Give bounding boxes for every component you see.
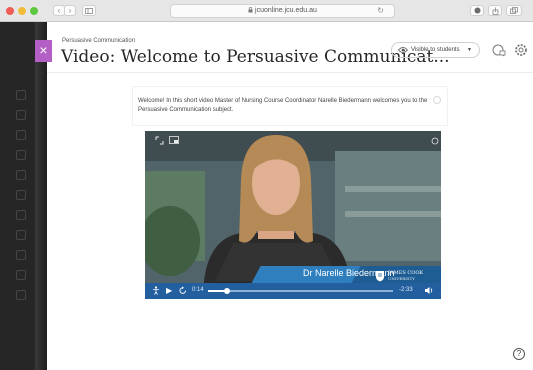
fullscreen-icon[interactable] (155, 136, 164, 145)
lock-icon (248, 7, 253, 13)
nav-item-icon[interactable] (16, 230, 26, 240)
visibility-dropdown[interactable]: Visible to students ▼ (391, 42, 480, 58)
info-icon[interactable] (433, 96, 441, 104)
share-icon (492, 7, 498, 15)
chevron-down-icon: ▼ (467, 47, 472, 53)
extension-button[interactable] (470, 5, 484, 16)
nav-item-icon[interactable] (16, 290, 26, 300)
tabs-icon (510, 7, 518, 14)
header-divider (47, 72, 533, 73)
video-player[interactable]: Dr Narelle Biedermann JAMES COOK UNIVERS… (145, 131, 441, 299)
share-button[interactable] (488, 5, 502, 16)
crest-icon (376, 271, 384, 282)
help-button[interactable]: ? (513, 348, 525, 360)
course-navigation (0, 22, 35, 370)
picture-in-picture-icon[interactable] (169, 136, 179, 144)
close-panel-button[interactable]: × (35, 40, 52, 62)
seek-handle[interactable] (223, 288, 230, 294)
sidebar-toggle-button[interactable] (82, 5, 96, 16)
logo-sub: UNIVERSITY (388, 276, 415, 281)
play-button[interactable]: ▶ (166, 286, 172, 295)
university-logo: JAMES COOK UNIVERSITY (375, 268, 425, 284)
elapsed-time: 0:14 (192, 287, 204, 293)
nav-item-icon[interactable] (16, 250, 26, 260)
nav-item-icon[interactable] (16, 90, 26, 100)
browser-toolbar: ‹ › jcuonline.jcu.edu.au ↻ (0, 0, 533, 22)
nav-item-icon[interactable] (16, 170, 26, 180)
rewind-icon[interactable] (179, 286, 187, 295)
nav-item-icon[interactable] (16, 210, 26, 220)
conditional-availability-icon[interactable] (491, 42, 507, 58)
visibility-label: Visible to students (411, 47, 460, 53)
panel-edge (35, 22, 47, 370)
seek-bar[interactable] (208, 288, 393, 294)
record-icon (474, 7, 480, 14)
video-description: Welcome! In this short video Master of N… (138, 98, 428, 113)
address-bar[interactable]: jcuonline.jcu.edu.au ↻ (170, 4, 395, 18)
minimize-window-button[interactable] (18, 7, 26, 15)
zoom-window-button[interactable] (30, 7, 38, 15)
nav-item-icon[interactable] (16, 270, 26, 280)
app-window: ‹ › jcuonline.jcu.edu.au ↻ × Persuasive … (0, 0, 533, 370)
tabs-button[interactable] (506, 5, 522, 16)
accessibility-icon[interactable] (152, 286, 160, 295)
nav-item-icon[interactable] (16, 110, 26, 120)
player-settings-icon[interactable] (431, 137, 439, 145)
settings-gear-icon[interactable] (513, 42, 529, 58)
player-controls: ▶ 0:14 -2:33 (145, 283, 441, 299)
nav-item-icon[interactable] (16, 130, 26, 140)
breadcrumb[interactable]: Persuasive Communication (62, 38, 135, 44)
eye-icon (398, 47, 408, 53)
close-window-button[interactable] (6, 7, 14, 15)
url-text: jcuonline.jcu.edu.au (255, 7, 317, 14)
volume-icon[interactable] (424, 286, 434, 295)
remaining-time: -2:33 (399, 287, 413, 293)
forward-button[interactable]: › (64, 5, 76, 16)
nav-item-icon[interactable] (16, 150, 26, 160)
reload-icon[interactable]: ↻ (377, 5, 384, 17)
sidebar-icon (85, 8, 93, 14)
nav-item-icon[interactable] (16, 190, 26, 200)
